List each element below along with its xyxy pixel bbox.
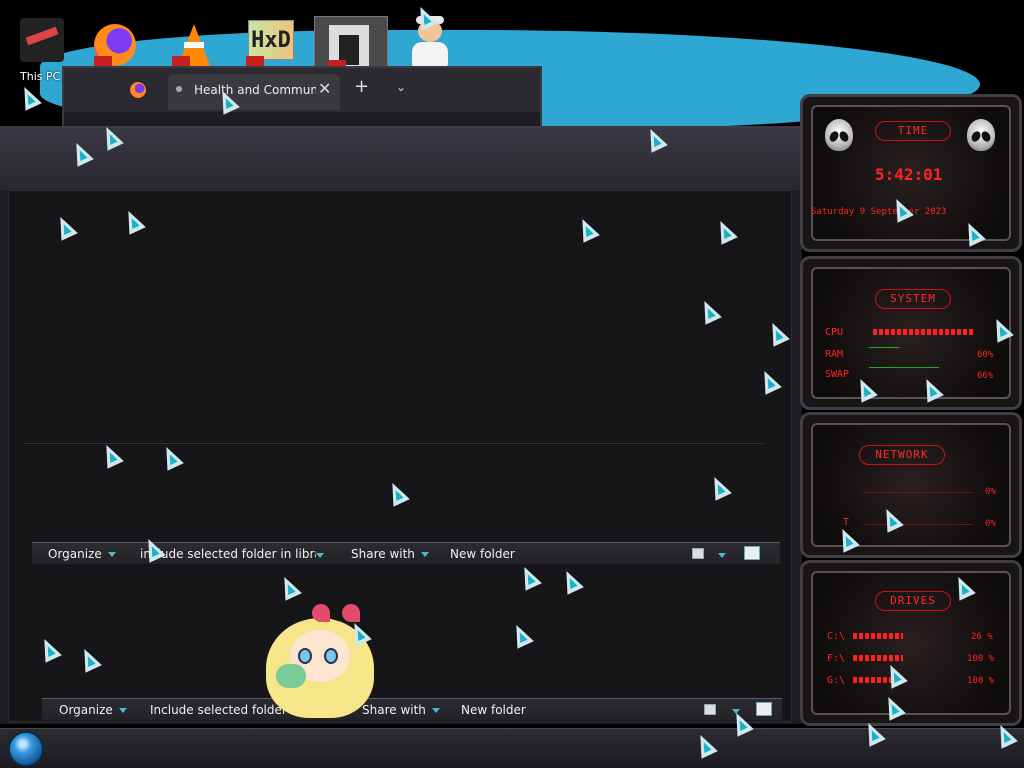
desktop-icon-firefox[interactable] bbox=[88, 10, 144, 72]
chevron-down-icon bbox=[118, 708, 127, 713]
swap-label: SWAP bbox=[825, 369, 850, 380]
doctor-icon bbox=[412, 16, 448, 66]
alien-head-icon bbox=[825, 119, 853, 151]
network-download-graph bbox=[863, 475, 973, 493]
drive-g-value: 100 % bbox=[967, 676, 995, 686]
swap-graph bbox=[869, 367, 939, 368]
drives-gadget[interactable]: DRIVES C:\ 26 % F:\ 100 % G:\ 100 % bbox=[800, 560, 1022, 726]
desktop-icon-hxd[interactable]: HxD bbox=[244, 10, 300, 72]
organize-button[interactable]: Organize bbox=[48, 547, 116, 561]
chevron-down-icon[interactable] bbox=[316, 553, 324, 558]
browser-window[interactable]: Health and Communic ✕ + ⌄ bbox=[62, 66, 542, 130]
ram-value: 60% bbox=[977, 350, 994, 360]
time-gadget[interactable]: TIME 5:42:01 Saturday 9 September 2023 bbox=[800, 94, 1022, 252]
time-title: TIME bbox=[875, 121, 951, 141]
system-gadget[interactable]: SYSTEM CPU RAM 60% SWAP 66% bbox=[800, 256, 1022, 410]
organize-label: Organize bbox=[48, 547, 102, 561]
drive-c-bar bbox=[853, 633, 903, 639]
network-upload-value: 0% bbox=[985, 519, 996, 529]
organize-label: Organize bbox=[59, 703, 113, 717]
drive-c-label: C:\ bbox=[827, 631, 846, 642]
browser-tab-strip: Health and Communic ✕ + ⌄ bbox=[64, 68, 540, 112]
desktop-icon-this-pc[interactable]: This PC bbox=[14, 10, 70, 83]
firefox-icon bbox=[130, 82, 146, 98]
date-display: Saturday 9 September 2023 bbox=[811, 207, 947, 217]
ram-label: RAM bbox=[825, 349, 844, 360]
tab-title: Health and Communic bbox=[194, 83, 316, 97]
chevron-down-icon bbox=[431, 708, 440, 713]
cpu-usage-bar bbox=[873, 329, 973, 335]
new-tab-button[interactable]: + bbox=[354, 76, 369, 97]
this-pc-label: This PC bbox=[20, 70, 61, 83]
drives-title: DRIVES bbox=[875, 591, 951, 611]
browser-tab[interactable]: Health and Communic ✕ bbox=[168, 74, 340, 110]
chevron-down-icon[interactable] bbox=[718, 553, 726, 558]
drive-g-label: G:\ bbox=[827, 675, 846, 686]
chevron-down-icon bbox=[420, 552, 429, 557]
network-download-value: 0% bbox=[985, 487, 996, 497]
drive-f-bar bbox=[853, 655, 903, 661]
this-pc-icon bbox=[20, 18, 64, 62]
preview-pane-icon[interactable] bbox=[744, 546, 760, 560]
drive-f-label: F:\ bbox=[827, 653, 846, 664]
clock-display: 5:42:01 bbox=[875, 165, 943, 184]
change-view-icon[interactable] bbox=[704, 704, 716, 715]
cursor-icon bbox=[16, 83, 42, 111]
new-folder-button[interactable]: New folder bbox=[461, 703, 526, 717]
close-icon[interactable]: ✕ bbox=[318, 79, 331, 98]
ram-graph bbox=[869, 347, 899, 348]
include-in-library-button[interactable]: include selected folder in library bbox=[140, 547, 316, 561]
change-view-icon[interactable] bbox=[692, 548, 704, 559]
desktop-icon-vlc[interactable] bbox=[166, 10, 222, 72]
tab-indicator-icon bbox=[176, 86, 182, 92]
network-title: NETWORK bbox=[859, 445, 945, 465]
share-label: Share with bbox=[351, 547, 415, 561]
preview-pane-icon[interactable] bbox=[756, 702, 772, 716]
new-folder-button[interactable]: New folder bbox=[450, 547, 515, 561]
system-title: SYSTEM bbox=[875, 289, 951, 309]
share-with-button[interactable]: Share with bbox=[351, 547, 429, 561]
drive-f-value: 100 % bbox=[967, 654, 995, 664]
chevron-down-icon[interactable]: ⌄ bbox=[396, 80, 406, 94]
start-button[interactable] bbox=[8, 731, 44, 767]
explorer-content-pane[interactable] bbox=[8, 190, 792, 722]
alien-head-icon bbox=[967, 119, 995, 151]
organize-button[interactable]: Organize bbox=[59, 703, 127, 717]
pane-divider bbox=[23, 443, 763, 444]
drive-c-value: 26 % bbox=[971, 632, 993, 642]
include-label: include selected folder in library bbox=[140, 547, 316, 561]
hxd-icon: HxD bbox=[248, 20, 294, 60]
cpu-label: CPU bbox=[825, 327, 844, 338]
swap-value: 66% bbox=[977, 371, 994, 381]
network-gadget[interactable]: NETWORK 0% T 0% bbox=[800, 412, 1022, 558]
command-bar: Organize Include selected folder in libr… bbox=[42, 698, 782, 720]
desktop: This PC HxD Health and Communic ✕ + ⌄ Or… bbox=[0, 0, 1024, 768]
chevron-down-icon bbox=[107, 552, 116, 557]
